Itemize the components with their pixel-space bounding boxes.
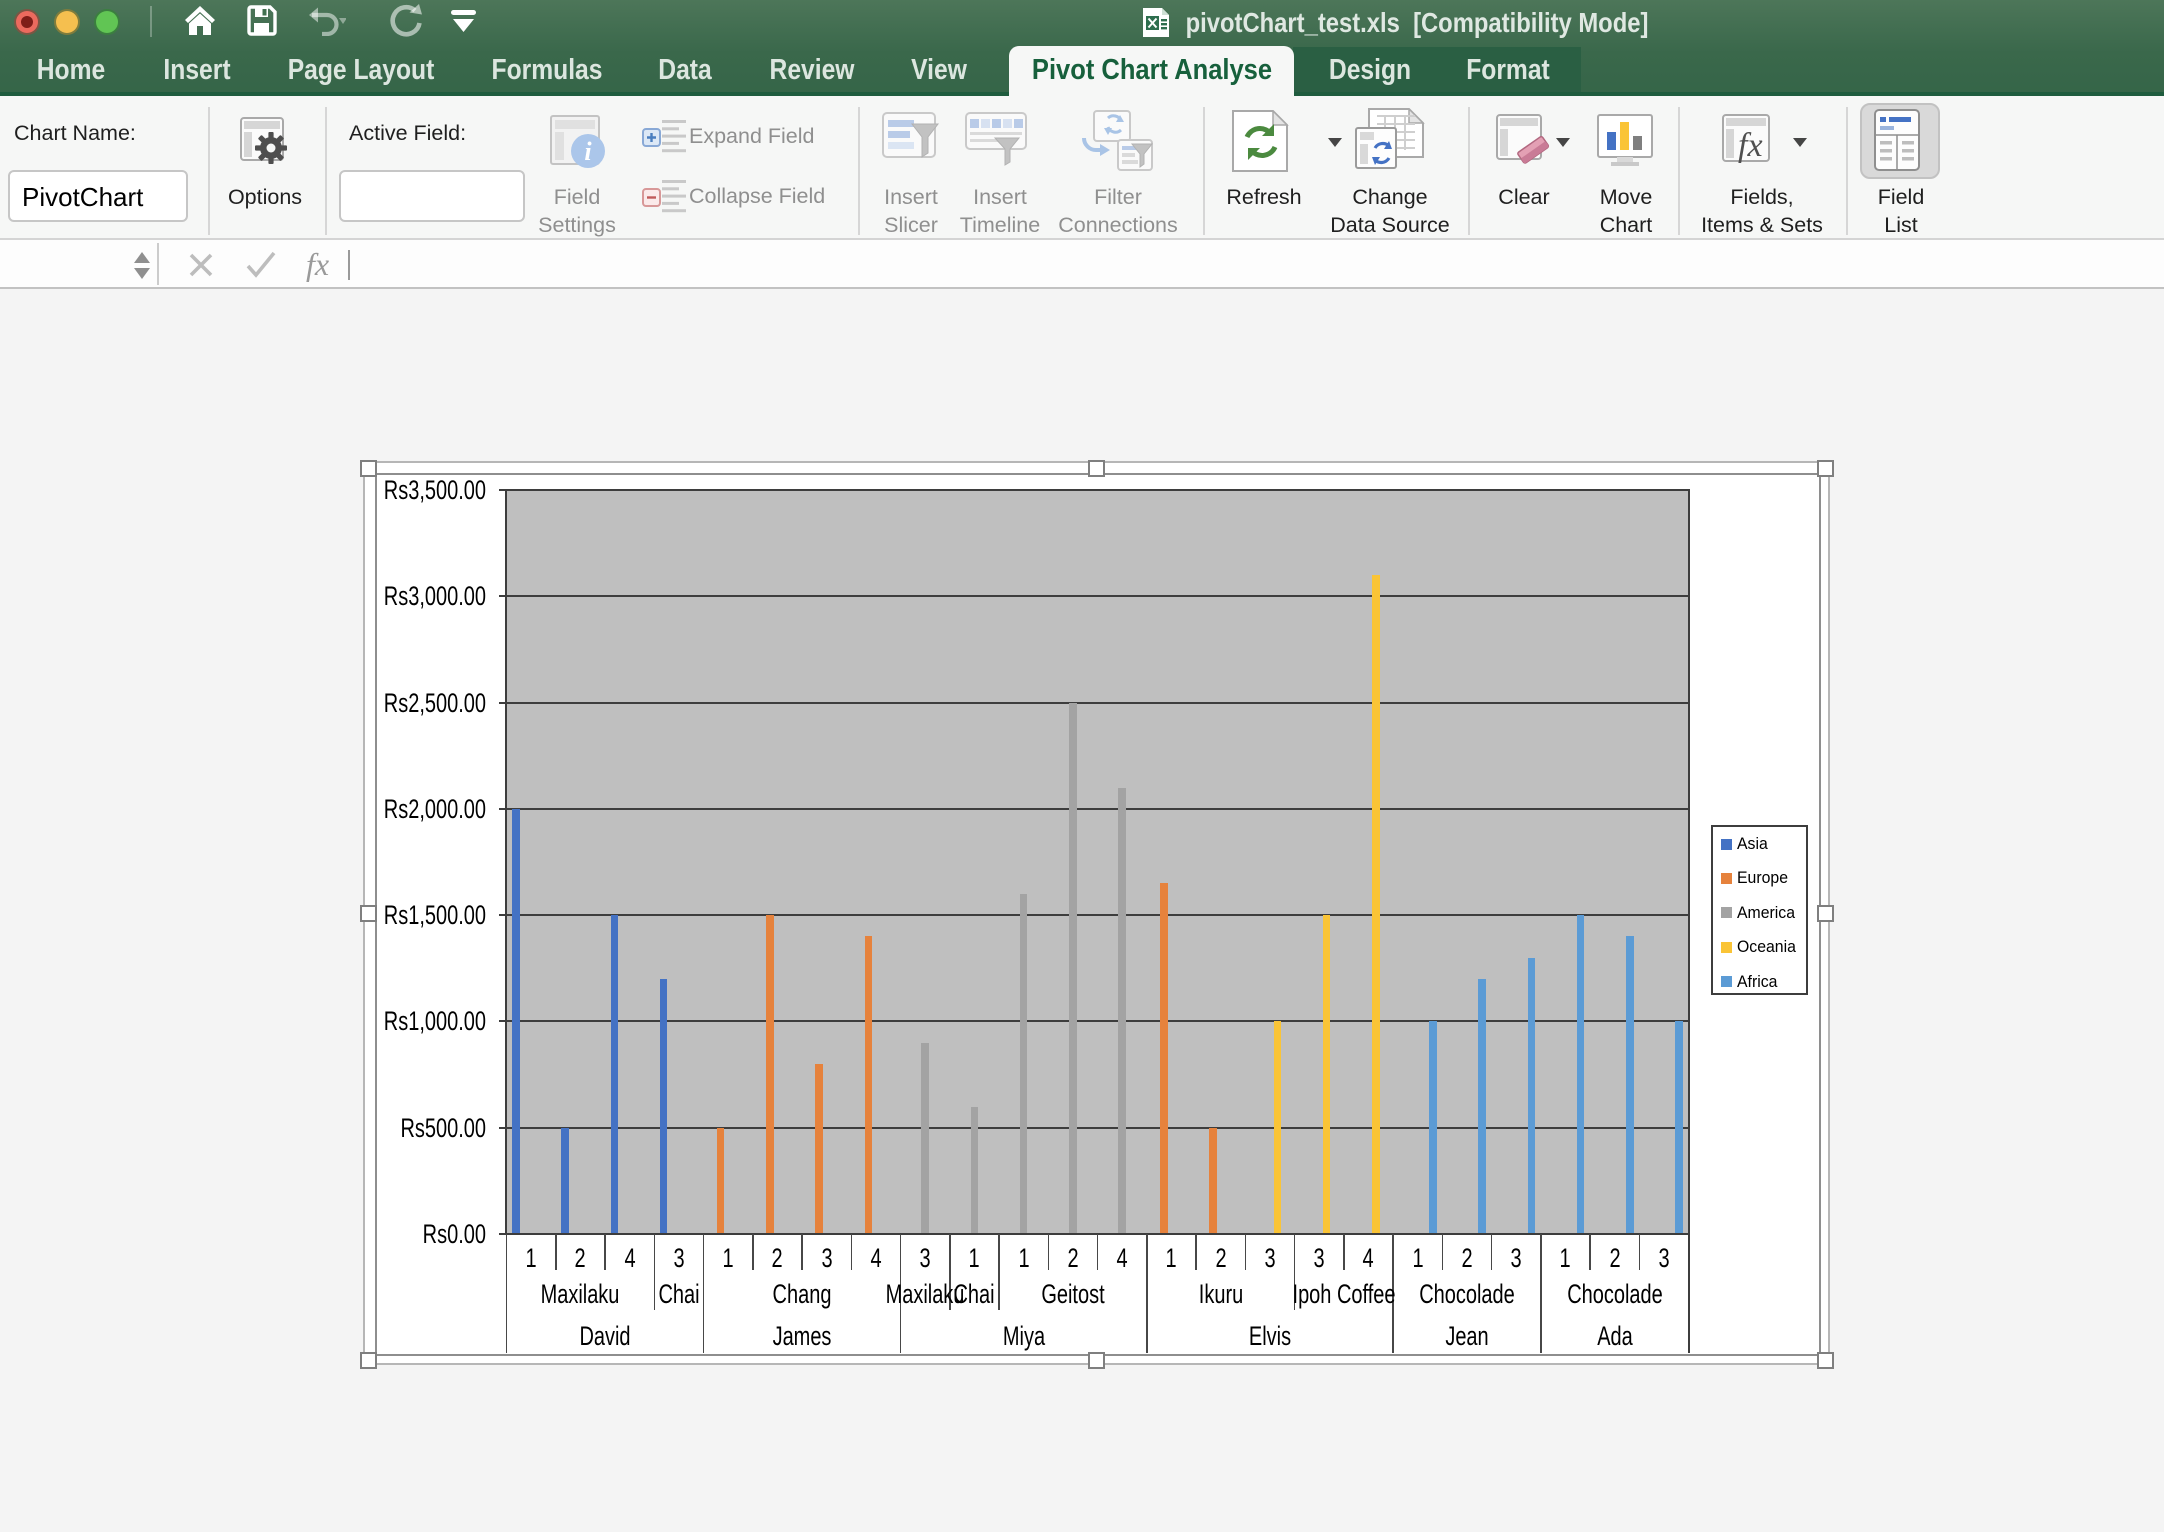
svg-text:fx: fx [1738,127,1763,164]
svg-text:i: i [584,137,592,166]
